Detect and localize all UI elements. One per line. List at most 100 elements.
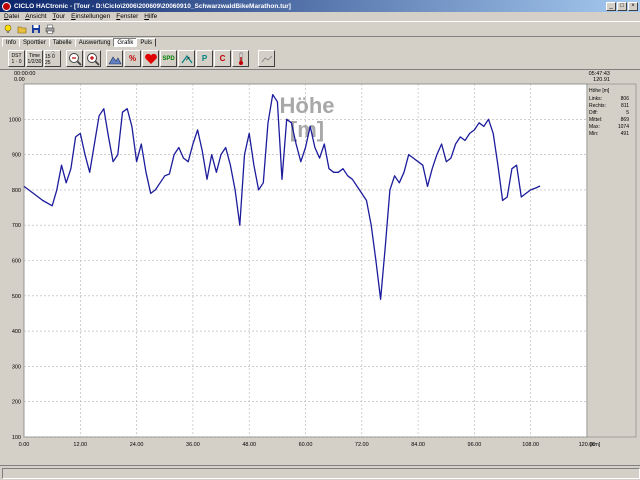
y-tick-label: 700: [12, 223, 21, 229]
x-tick-label: 24.00: [130, 442, 144, 448]
clock-axis-button[interactable]: 15 0 25: [44, 50, 61, 67]
x-tick-label: 96.00: [468, 442, 482, 448]
y-tick-label: 500: [12, 294, 21, 300]
thermometer-icon: [238, 52, 243, 65]
x-tick-label: 48.00: [242, 442, 256, 448]
range-start-dist: 0.00: [14, 77, 25, 83]
temperature-button[interactable]: [232, 50, 249, 67]
range-end-dist: 120.91: [593, 77, 610, 83]
stat-row: Rechts: 811: [589, 103, 629, 110]
status-bar: [0, 465, 640, 480]
stat-row: Diff: 5: [589, 110, 629, 117]
app-icon: [2, 1, 11, 11]
power-button[interactable]: P: [196, 50, 213, 67]
stat-row: Min: 491: [589, 131, 629, 138]
stat-value: 806: [620, 96, 629, 102]
menu-fenster[interactable]: Fenster: [116, 13, 138, 20]
chart-frame: 0.00 12.00 24.00 36.00 48.00 60.00 72.00 84.00 9…: [0, 71, 640, 464]
chart-toolbar: DST 1 · 0 Time 1/2/30 15 0 25 % SPD ↗ P …: [0, 48, 640, 70]
title-bar: CICLO HACtronic - [Tour - D:\Ciclo\2006\…: [0, 0, 640, 12]
altitude-view-button[interactable]: [106, 50, 123, 67]
tab-info[interactable]: Info: [2, 38, 21, 47]
range-end: 05:47:43 120.91: [589, 71, 610, 83]
y-tick-label: 900: [12, 153, 21, 159]
stat-value: 491: [620, 131, 629, 137]
mountain-icon: [107, 55, 121, 64]
menu-einstellungen[interactable]: Einstellungen: [71, 13, 110, 20]
menu-bar: Datei Ansicht Tour Einstellungen Fenster…: [0, 12, 640, 21]
speed-button[interactable]: SPD: [160, 50, 177, 67]
percent-button[interactable]: %: [124, 50, 141, 67]
heart-rate-button[interactable]: [142, 50, 159, 67]
svg-text:↗: ↗: [185, 56, 190, 63]
distance-axis-button[interactable]: DST 1 · 0: [8, 50, 25, 67]
stat-value: 869: [620, 117, 629, 123]
status-panel: [2, 467, 640, 479]
tab-auswertung[interactable]: Auswertung: [74, 38, 115, 47]
view-tabs: Info Sporttier Tabelle Auswertung Grafik…: [2, 38, 157, 47]
minimize-button[interactable]: _: [606, 1, 616, 11]
climb-icon: ↗: [181, 54, 192, 63]
clock-sub-label: 15 0 25: [45, 54, 55, 66]
dst-sub-label: 1 · 0: [11, 58, 22, 65]
main-toolbar: [0, 21, 640, 37]
x-tick-label: 36.00: [186, 442, 200, 448]
stat-row: Max: 1074: [589, 124, 629, 131]
stat-label: Min:: [589, 131, 599, 137]
extra-view-button[interactable]: [258, 50, 275, 67]
y-tick-label: 400: [12, 329, 21, 335]
menu-tour[interactable]: Tour: [53, 13, 66, 20]
tab-sporttier[interactable]: Sporttier: [19, 38, 50, 47]
zoom-in-icon: [86, 52, 100, 66]
lightbulb-icon[interactable]: [2, 23, 14, 35]
open-folder-icon[interactable]: [16, 23, 28, 35]
x-tick-label: 0.00: [19, 442, 30, 448]
y-tick-label: 200: [12, 400, 21, 406]
x-tick-label: 72.00: [355, 442, 369, 448]
climb-rate-button[interactable]: ↗: [178, 50, 195, 67]
print-icon[interactable]: [44, 23, 56, 35]
stats-panel: Höhe [m] Links: 806 Rechts: 811 Diff: 5 Mit…: [589, 88, 629, 138]
menu-datei[interactable]: Datei: [4, 13, 19, 20]
time-sub-label: 1/2/30: [27, 58, 42, 65]
stat-label: Rechts:: [589, 103, 606, 109]
stat-row: Mittel: 869: [589, 117, 629, 124]
stat-label: Links:: [589, 96, 603, 102]
stat-row: Links: 806: [589, 96, 629, 103]
x-tick-label: 12.00: [73, 442, 87, 448]
tab-grafik[interactable]: Grafik: [113, 38, 138, 47]
range-start: 00:00:00 0.00: [14, 71, 35, 83]
chart-title: Höhe: [280, 93, 335, 118]
x-tick-label: 60.00: [299, 442, 313, 448]
y-tick-label: 800: [12, 188, 21, 194]
heart-icon: [144, 53, 157, 64]
stat-label: Diff:: [589, 110, 598, 116]
stat-label: Max:: [589, 124, 600, 130]
time-axis-button[interactable]: Time 1/2/30: [26, 50, 43, 67]
maximize-button[interactable]: □: [617, 1, 627, 11]
save-icon[interactable]: [30, 23, 42, 35]
stat-value: 811: [621, 103, 629, 109]
zoom-out-button[interactable]: [66, 50, 83, 67]
zoom-out-icon: [68, 52, 82, 66]
x-axis-label: [km]: [590, 442, 601, 448]
cadence-button[interactable]: C: [214, 50, 231, 67]
zoom-in-button[interactable]: [84, 50, 101, 67]
y-tick-label: 100: [12, 435, 21, 441]
x-tick-label: 108.00: [522, 442, 539, 448]
stat-label: Mittel:: [589, 117, 603, 123]
y-tick-label: 300: [12, 364, 21, 370]
mini-chart-icon: [261, 55, 272, 62]
menu-hilfe[interactable]: Hilfe: [144, 13, 157, 20]
menu-ansicht[interactable]: Ansicht: [25, 13, 46, 20]
stat-value: 1074: [617, 124, 629, 130]
y-tick-label: 1000: [9, 117, 21, 123]
stat-value: 5: [626, 110, 629, 116]
window-title: CICLO HACtronic - [Tour - D:\Ciclo\2006\…: [14, 2, 291, 10]
close-button[interactable]: ×: [628, 1, 638, 11]
tab-puls[interactable]: Puls: [136, 38, 157, 47]
y-tick-label: 600: [12, 259, 21, 265]
tab-tabelle[interactable]: Tabelle: [48, 38, 76, 47]
altitude-chart[interactable]: 0.00 12.00 24.00 36.00 48.00 60.00 72.00 84.00 9…: [0, 71, 640, 464]
x-tick-label: 84.00: [411, 442, 425, 448]
